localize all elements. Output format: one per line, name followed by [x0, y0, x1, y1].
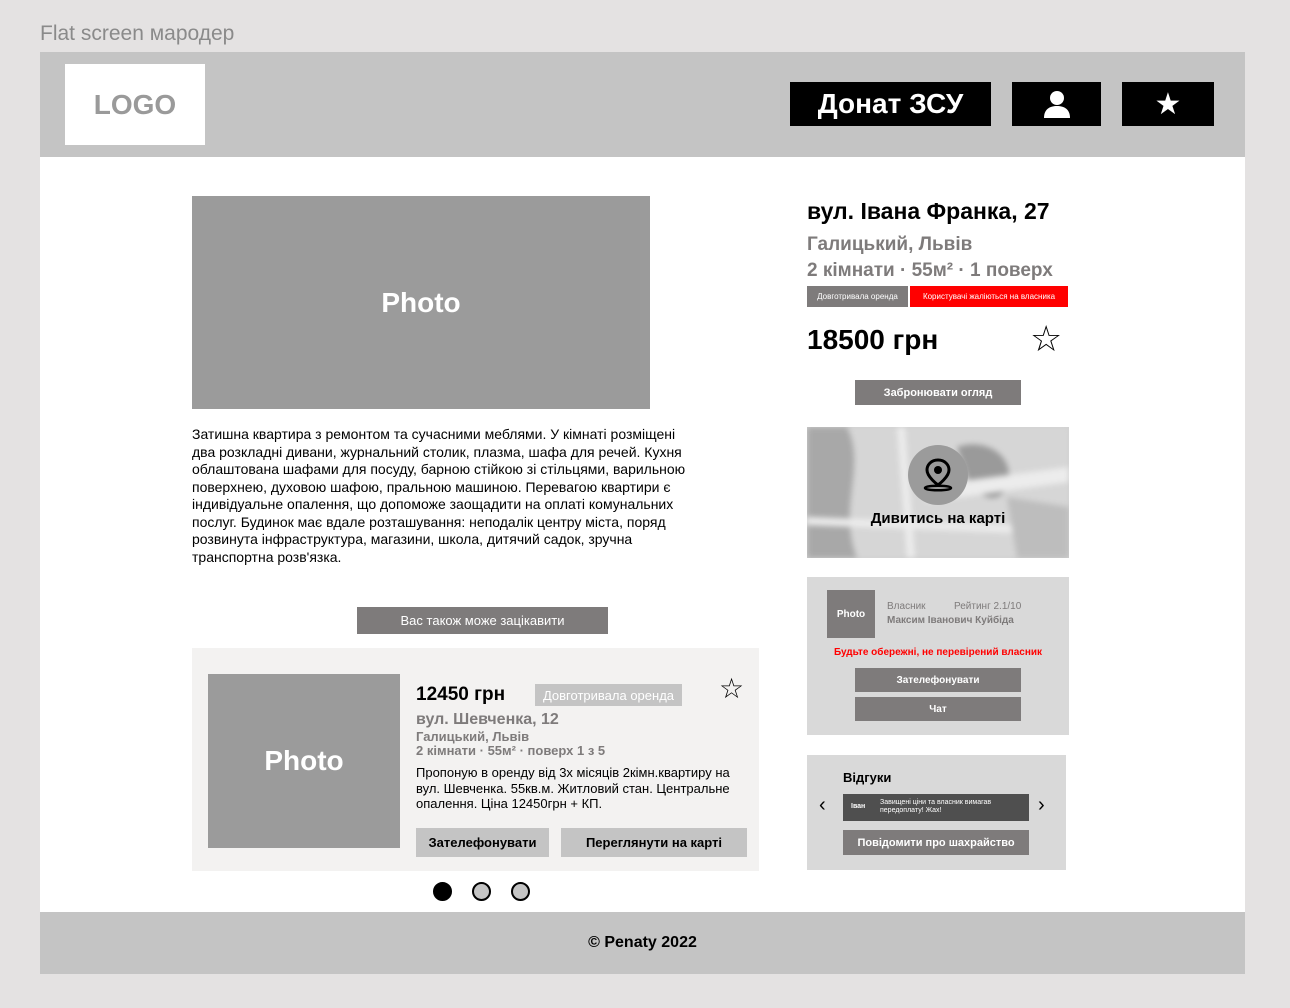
owner-role: Власник	[887, 601, 926, 612]
related-price: 12450 грн	[416, 684, 506, 705]
listing-params: 2 кімнати · 55м² · 1 поверх	[807, 260, 1053, 281]
report-fraud-button[interactable]: Повідомити про шахрайство	[843, 830, 1029, 855]
related-header-button[interactable]: Вас також може зацікавити	[357, 607, 608, 634]
favorites-button[interactable]: ★	[1122, 82, 1214, 126]
related-badge: Довготривала оренда	[535, 684, 682, 706]
frame-title: Flat screen мародер	[40, 22, 235, 45]
related-photo[interactable]: Photo	[208, 674, 400, 848]
favorite-star-icon[interactable]: ☆	[1030, 318, 1062, 360]
rent-tag: Довготривала оренда	[807, 286, 908, 307]
pagination-dot[interactable]	[511, 882, 530, 901]
reviews-panel: Відгуки ‹ Іван Завищені ціни та власник …	[807, 755, 1066, 870]
footer: © Penaty 2022	[40, 912, 1245, 974]
review-author: Іван	[851, 803, 866, 810]
related-city: Галицький, Львів	[416, 729, 530, 744]
donate-button[interactable]: Донат ЗСУ	[790, 82, 991, 126]
pagination-dot[interactable]	[472, 882, 491, 901]
warning-tag: Користувачі жаліються на власника	[910, 286, 1068, 307]
related-call-button[interactable]: Зателефонувати	[416, 828, 549, 857]
related-description: Пропоную в оренду від 3х місяців 2кімн.к…	[416, 765, 730, 811]
map-pin-icon	[908, 445, 968, 505]
map-preview[interactable]: Дивитись на карті	[807, 427, 1069, 558]
review-text: Завищені ціни та власник вимагав передоп…	[880, 799, 992, 814]
owner-name: Максим Іванович Куйбіда	[887, 615, 1014, 626]
related-star-icon[interactable]: ☆	[719, 672, 744, 705]
listing-price: 18500 грн	[807, 324, 939, 355]
listing-description: Затишна квартира з ремонтом та сучасними…	[192, 426, 686, 565]
related-card: Photo 12450 грн Довготривала оренда ☆ ву…	[192, 648, 759, 871]
owner-chat-button[interactable]: Чат	[855, 697, 1021, 721]
related-params: 2 кімнати · 55м² · поверх 1 з 5	[416, 743, 606, 758]
related-map-button[interactable]: Переглянути на карті	[561, 828, 747, 857]
chevron-right-icon[interactable]: ›	[1038, 794, 1045, 817]
review-item: Іван Завищені ціни та власник вимагав пе…	[843, 794, 1029, 821]
related-street: вул. Шевченка, 12	[416, 711, 559, 728]
owner-rating: Рейтинг 2.1/10	[954, 601, 1022, 612]
owner-call-button[interactable]: Зателефонувати	[855, 668, 1021, 692]
listing-city: Галицький, Львів	[807, 234, 973, 255]
footer-copyright: © Penaty 2022	[588, 934, 697, 951]
reviews-title: Відгуки	[843, 770, 892, 785]
listing-photo[interactable]: Photo	[192, 196, 650, 409]
pagination	[433, 882, 530, 901]
map-label: Дивитись на карті	[870, 510, 1006, 527]
pagination-dot[interactable]	[433, 882, 452, 901]
book-viewing-button[interactable]: Забронювати огляд	[855, 380, 1021, 405]
page: LOGO Донат ЗСУ ★ Photo Затишна квартира …	[40, 52, 1245, 974]
owner-warning: Будьте обережні, не перевірений власник	[833, 647, 1043, 658]
profile-button[interactable]	[1012, 82, 1101, 126]
owner-panel: Photo Власник Рейтинг 2.1/10 Максим Іван…	[807, 577, 1069, 735]
chevron-left-icon[interactable]: ‹	[819, 794, 826, 817]
owner-avatar: Photo	[827, 590, 875, 638]
header: LOGO Донат ЗСУ ★	[40, 52, 1245, 157]
user-icon	[1043, 91, 1070, 118]
listing-street: вул. Івана Франка, 27	[807, 198, 1050, 224]
star-icon: ★	[1154, 87, 1182, 121]
logo[interactable]: LOGO	[65, 64, 205, 145]
